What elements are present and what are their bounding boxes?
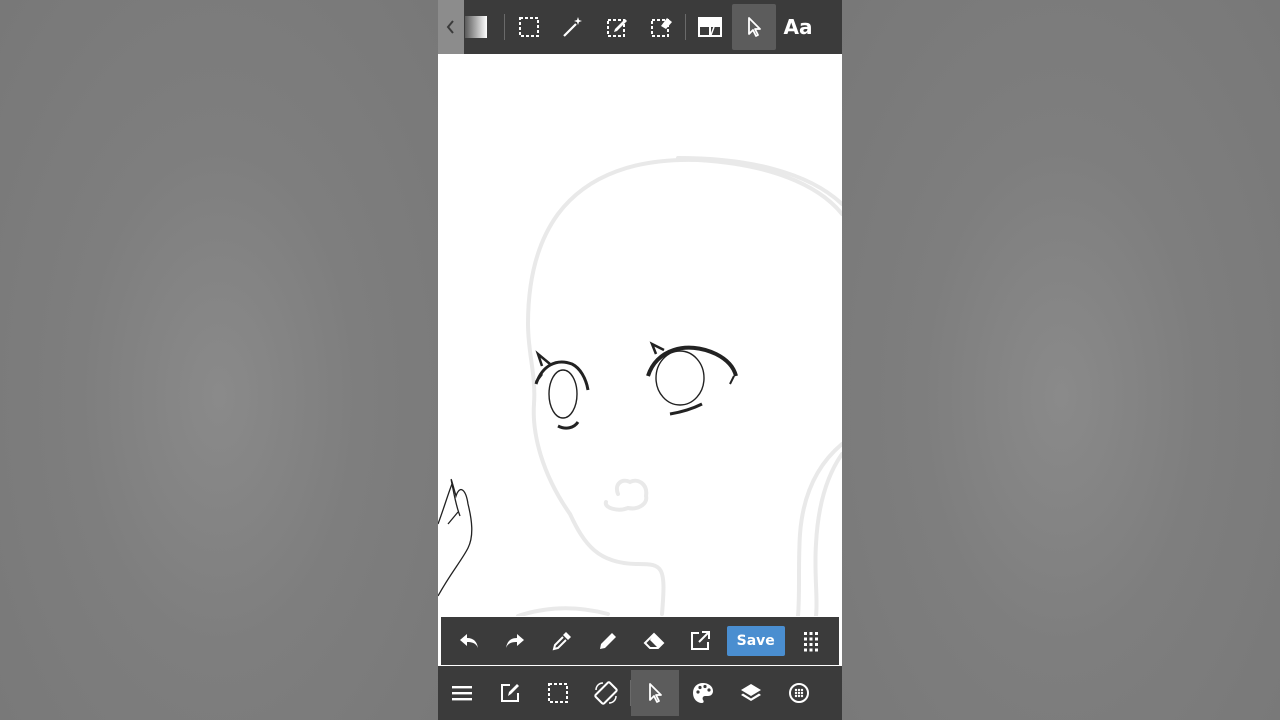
rotate-screen-button[interactable] bbox=[582, 666, 630, 720]
quick-action-bar: Save bbox=[441, 617, 839, 665]
select-rectangle-button[interactable] bbox=[507, 0, 551, 54]
material-icon bbox=[789, 683, 809, 703]
frame-divider-button[interactable] bbox=[688, 0, 732, 54]
background-right bbox=[842, 0, 1280, 720]
color-palette-button[interactable] bbox=[679, 666, 727, 720]
redo-icon bbox=[506, 634, 525, 648]
export-icon bbox=[691, 631, 711, 650]
eraser-icon bbox=[643, 632, 665, 649]
gradient-swatch-icon bbox=[465, 16, 487, 38]
pen-icon bbox=[599, 633, 616, 649]
eraser-button[interactable] bbox=[634, 621, 674, 661]
layers-button[interactable] bbox=[727, 666, 775, 720]
save-button[interactable]: Save bbox=[726, 626, 785, 656]
frame-divider-icon bbox=[698, 17, 722, 37]
select-pen-button[interactable] bbox=[595, 0, 639, 54]
redo-button[interactable] bbox=[495, 621, 535, 661]
layers-icon bbox=[741, 684, 761, 701]
pointer-mode-button[interactable] bbox=[631, 670, 679, 716]
material-button[interactable] bbox=[775, 666, 823, 720]
eyedropper-icon bbox=[552, 632, 571, 651]
select-eraser-button[interactable] bbox=[639, 0, 683, 54]
gradient-tool-button[interactable] bbox=[464, 0, 488, 54]
pointer-tool-button[interactable] bbox=[732, 4, 776, 50]
rotate-screen-icon bbox=[594, 681, 618, 705]
magic-wand-icon bbox=[563, 17, 582, 37]
pointer-icon bbox=[649, 683, 662, 703]
background-left bbox=[0, 0, 438, 720]
top-toolbar: Aa bbox=[438, 0, 842, 54]
edit-button[interactable] bbox=[486, 666, 534, 720]
chevron-left-icon bbox=[446, 20, 454, 34]
toolbar-divider bbox=[504, 14, 505, 40]
magic-wand-button[interactable] bbox=[551, 0, 595, 54]
collapse-toolbar-button[interactable] bbox=[438, 0, 464, 54]
selection-button[interactable] bbox=[534, 666, 582, 720]
bottom-navigation-bar bbox=[438, 666, 842, 720]
app-window: Aa Save bbox=[438, 0, 842, 720]
sketch-artwork bbox=[438, 156, 842, 616]
selection-icon bbox=[548, 683, 568, 703]
text-tool-label: Aa bbox=[783, 15, 813, 39]
undo-icon bbox=[460, 634, 478, 648]
more-menu-button[interactable] bbox=[791, 621, 831, 661]
grid-menu-icon bbox=[803, 632, 818, 652]
select-rectangle-icon bbox=[519, 17, 539, 37]
palette-icon bbox=[693, 683, 713, 703]
pen-button[interactable] bbox=[588, 621, 628, 661]
drawing-canvas[interactable] bbox=[438, 54, 842, 616]
select-eraser-icon bbox=[651, 18, 672, 37]
select-pen-icon bbox=[607, 19, 627, 37]
edit-icon bbox=[501, 684, 519, 702]
undo-button[interactable] bbox=[449, 621, 489, 661]
pointer-icon bbox=[748, 17, 761, 37]
main-menu-button[interactable] bbox=[438, 666, 486, 720]
menu-icon bbox=[452, 686, 472, 701]
toolbar-divider bbox=[685, 14, 686, 40]
eyedropper-button[interactable] bbox=[542, 621, 582, 661]
export-button[interactable] bbox=[680, 621, 720, 661]
text-tool-button[interactable]: Aa bbox=[776, 0, 820, 54]
